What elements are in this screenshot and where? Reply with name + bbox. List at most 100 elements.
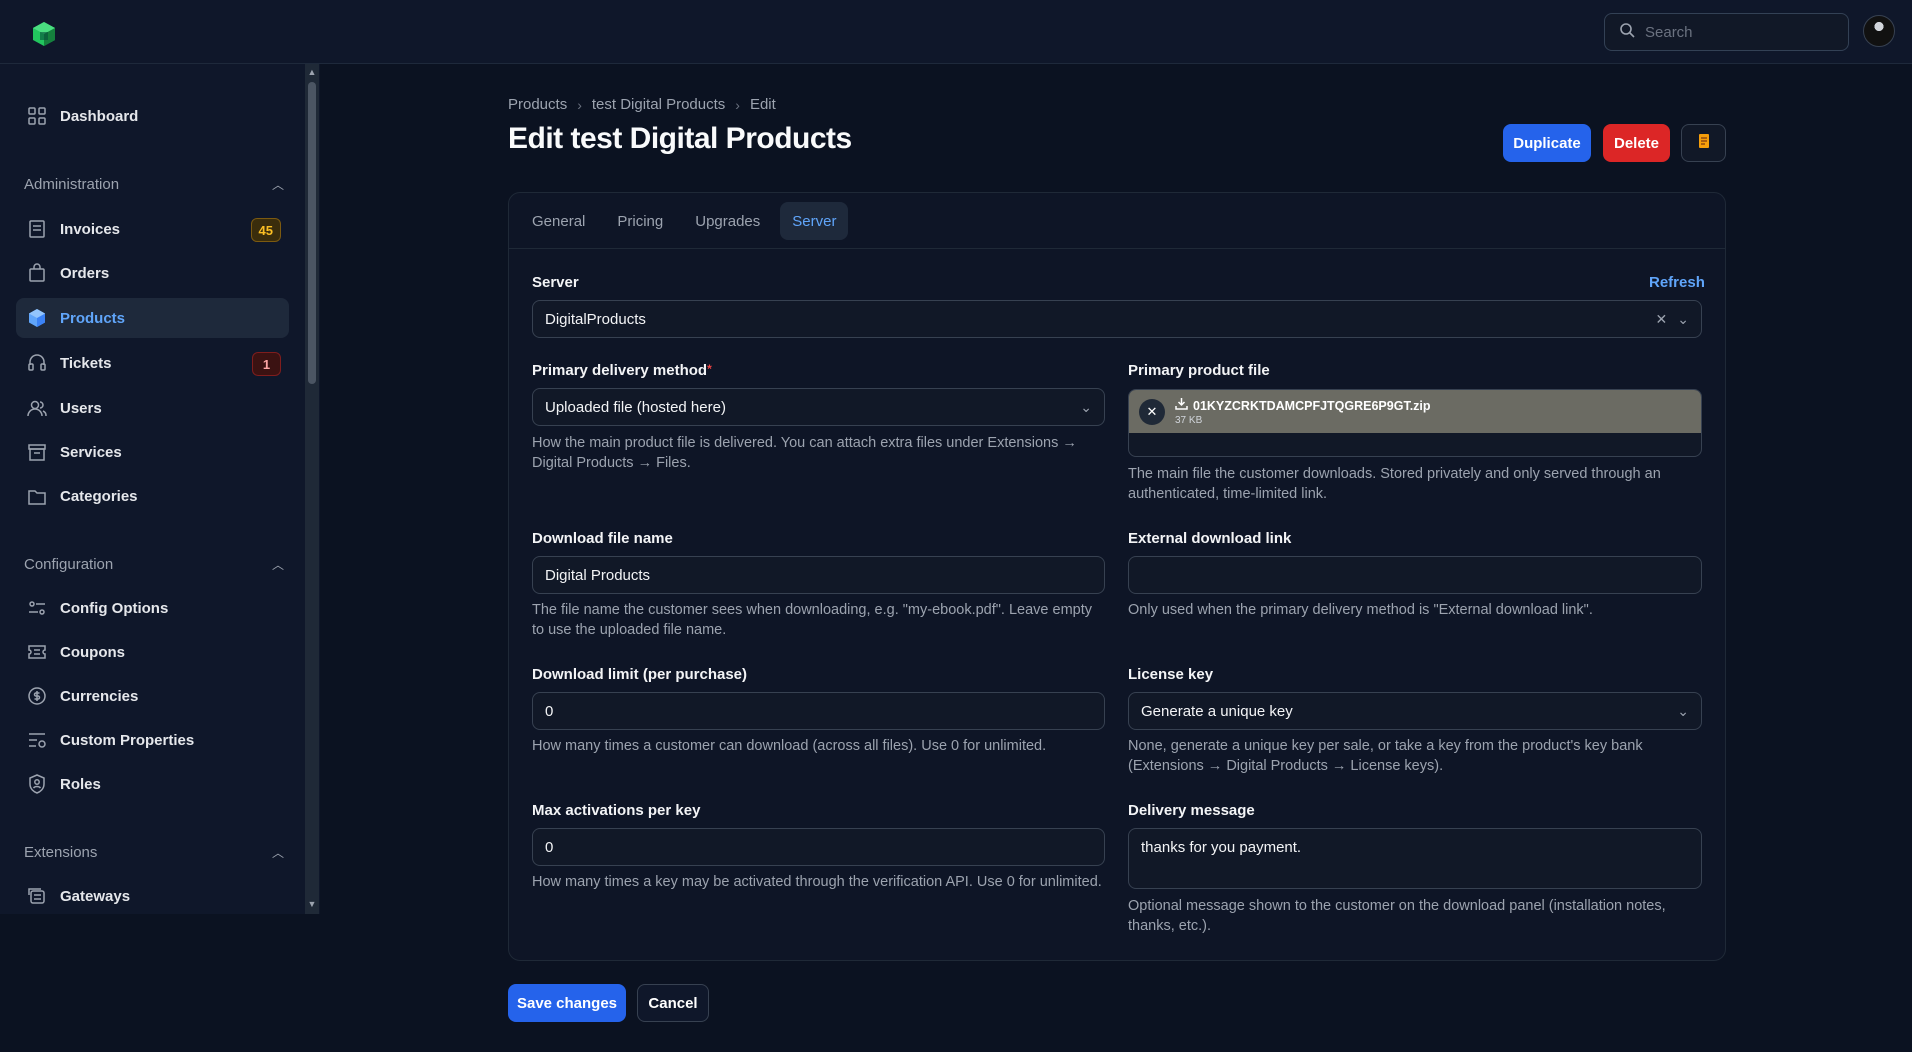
- sidebar-group-extensions[interactable]: Extensions ︿: [24, 841, 284, 863]
- sidebar-group-administration[interactable]: Administration ︿: [24, 173, 284, 195]
- sidebar-item-label: Gateways: [60, 887, 131, 905]
- chevron-up-icon: ︿: [271, 845, 284, 860]
- list-settings-icon: [26, 729, 48, 751]
- chevron-up-icon: ︿: [271, 557, 284, 572]
- scroll-down-arrow-icon[interactable]: ▼: [306, 899, 318, 909]
- sidebar-item-label: Orders: [60, 264, 110, 282]
- cube-icon: [26, 307, 48, 329]
- search-icon: [1619, 22, 1635, 42]
- product-file-label: Primary product file: [1128, 362, 1270, 379]
- tab-pricing[interactable]: Pricing: [605, 202, 675, 240]
- chevron-right-icon: ›: [577, 96, 582, 113]
- license-key-help: None, generate a unique key per sale, or…: [1128, 738, 1643, 774]
- download-limit-label: Download limit (per purchase): [532, 666, 748, 683]
- download-file-name-value: Digital Products: [545, 566, 651, 584]
- sidebar-item-label: Currencies: [60, 687, 139, 705]
- top-bar: Search: [0, 0, 1912, 64]
- delete-button[interactable]: Delete: [1603, 124, 1670, 162]
- scroll-up-arrow-icon[interactable]: ▲: [306, 67, 318, 77]
- server-label: Server: [532, 274, 579, 291]
- external-link-input[interactable]: [1128, 556, 1702, 594]
- chevron-down-icon: ⌄: [1080, 398, 1092, 415]
- sidebar-item-label: Roles: [60, 775, 101, 793]
- sidebar-item-label: Dashboard: [60, 107, 139, 125]
- page-title: Edit test Digital Products: [508, 122, 852, 155]
- delivery-method-label: Primary delivery method*: [532, 362, 712, 379]
- license-key-label: License key: [1128, 666, 1214, 683]
- search-input[interactable]: Search: [1604, 13, 1849, 51]
- sidebar-item-services[interactable]: Services: [16, 432, 289, 472]
- group-label: Administration: [24, 175, 120, 193]
- sidebar-item-coupons[interactable]: Coupons: [16, 632, 289, 672]
- download-limit-input[interactable]: 0: [532, 692, 1105, 730]
- download-limit-help: How many times a customer can download (…: [532, 738, 1047, 754]
- users-icon: [26, 397, 48, 419]
- server-select[interactable]: DigitalProducts ✕ ⌄: [532, 300, 1702, 338]
- clear-icon[interactable]: ✕: [1656, 311, 1668, 328]
- tab-general[interactable]: General: [520, 202, 597, 240]
- uploaded-file-item: ✕ 01KYZCRKTDAMCPFJTQGRE6P9GT.zip 37 KB: [1129, 390, 1701, 433]
- max-activations-help: How many times a key may be activated th…: [532, 874, 1102, 890]
- sidebar-item-orders[interactable]: Orders: [16, 253, 289, 293]
- sidebar-item-currencies[interactable]: Currencies: [16, 676, 289, 716]
- breadcrumb-current: Edit: [749, 96, 776, 113]
- file-info: 01KYZCRKTDAMCPFJTQGRE6P9GT.zip 37 KB: [1175, 397, 1431, 426]
- duplicate-button[interactable]: Duplicate: [1503, 124, 1591, 162]
- sidebar-item-config-options[interactable]: Config Options: [16, 588, 289, 628]
- sidebar-item-products[interactable]: Products: [16, 298, 289, 338]
- sidebar-item-users[interactable]: Users: [16, 388, 289, 428]
- sidebar-item-label: Services: [60, 443, 122, 461]
- delivery-method-value: Uploaded file (hosted here): [545, 398, 726, 416]
- refresh-link[interactable]: Refresh: [1649, 274, 1705, 291]
- required-asterisk: *: [707, 362, 712, 376]
- user-avatar[interactable]: [1863, 15, 1895, 47]
- dashboard-icon: [26, 105, 48, 127]
- tickets-count-badge: 1: [252, 352, 281, 376]
- download-limit-value: 0: [545, 702, 554, 720]
- gateway-icon: [26, 885, 48, 907]
- delivery-message-textarea[interactable]: thanks for you payment.: [1128, 828, 1702, 889]
- file-size: 37 KB: [1175, 415, 1203, 426]
- download-file-name-input[interactable]: Digital Products: [532, 556, 1105, 594]
- shield-user-icon: [26, 773, 48, 795]
- sidebar-item-label: Products: [60, 309, 126, 327]
- tab-server[interactable]: Server: [780, 202, 849, 240]
- sidebar-item-gateways[interactable]: Gateways: [16, 876, 289, 916]
- save-changes-button[interactable]: Save changes: [508, 984, 626, 1022]
- tab-upgrades[interactable]: Upgrades: [683, 202, 772, 240]
- folder-icon: [26, 485, 48, 507]
- invoices-count-badge: 45: [250, 218, 281, 242]
- delivery-method-select[interactable]: Uploaded file (hosted here) ⌄: [532, 388, 1105, 426]
- sidebar-item-label: Coupons: [60, 643, 125, 661]
- sidebar-item-tickets[interactable]: Tickets 1: [16, 343, 289, 383]
- document-icon: [1697, 133, 1711, 153]
- sidebar-item-dashboard[interactable]: Dashboard: [16, 96, 289, 136]
- download-icon[interactable]: [1175, 397, 1188, 415]
- sidebar-item-label: Custom Properties: [60, 731, 195, 749]
- breadcrumb-product[interactable]: test Digital Products: [592, 96, 725, 113]
- max-activations-input[interactable]: 0: [532, 828, 1105, 866]
- cancel-button[interactable]: Cancel: [637, 984, 709, 1022]
- sliders-icon: [26, 597, 48, 619]
- breadcrumb-products[interactable]: Products: [508, 96, 567, 113]
- license-key-select[interactable]: Generate a unique key ⌄: [1128, 692, 1702, 730]
- sidebar-item-roles[interactable]: Roles: [16, 764, 289, 804]
- sidebar-item-custom-properties[interactable]: Custom Properties: [16, 720, 289, 760]
- chevron-right-icon: ›: [735, 96, 740, 113]
- sidebar-scrollbar-thumb[interactable]: [308, 82, 316, 384]
- product-file-upload[interactable]: ✕ 01KYZCRKTDAMCPFJTQGRE6P9GT.zip 37 KB: [1128, 389, 1702, 457]
- document-button[interactable]: [1681, 124, 1726, 162]
- sidebar-group-configuration[interactable]: Configuration ︿: [24, 553, 284, 575]
- sidebar-item-categories[interactable]: Categories: [16, 476, 289, 516]
- sidebar-item-label: Invoices: [60, 220, 121, 238]
- breadcrumb: Products › test Digital Products › Edit: [508, 96, 776, 113]
- sidebar-item-invoices[interactable]: Invoices 45: [16, 209, 289, 249]
- app-logo-icon[interactable]: [31, 21, 57, 47]
- shopping-bag-icon: [26, 262, 48, 284]
- sidebar-item-label: Categories: [60, 487, 138, 505]
- invoice-icon: [26, 218, 48, 240]
- download-file-name-help: The file name the customer sees when dow…: [532, 602, 1092, 638]
- remove-file-icon[interactable]: ✕: [1139, 398, 1165, 425]
- product-file-help: The main file the customer downloads. St…: [1128, 466, 1661, 502]
- delivery-message-label: Delivery message: [1128, 802, 1255, 819]
